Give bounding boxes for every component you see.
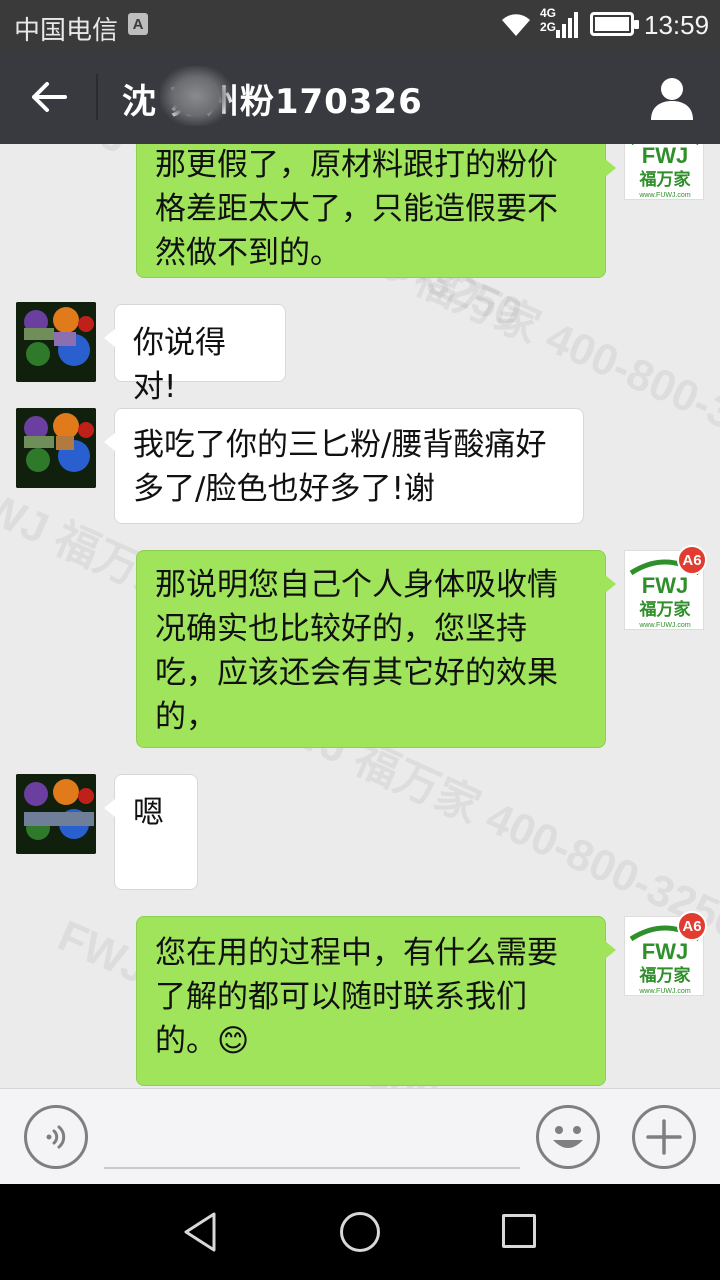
- sent-message-bubble[interactable]: 那更假了，原材料跟打的粉价 格差距太大了，只能造假要不 然做不到的。: [136, 144, 616, 278]
- emoji-icon: [553, 1126, 583, 1148]
- received-message-bubble[interactable]: 嗯: [104, 774, 198, 890]
- back-button[interactable]: [22, 72, 76, 122]
- arrow-left-icon: [32, 82, 67, 112]
- svg-text:www.FUWJ.com: www.FUWJ.com: [638, 192, 691, 199]
- svg-text:福万家: 福万家: [639, 965, 691, 986]
- svg-text:福万家: 福万家: [639, 599, 691, 620]
- plus-icon: [646, 1119, 682, 1155]
- svg-text:www.FUWJ.com: www.FUWJ.com: [638, 988, 691, 995]
- chat-info-button[interactable]: [648, 74, 696, 122]
- rose-flowers-icon: [16, 302, 96, 382]
- contact-avatar[interactable]: [16, 408, 96, 488]
- received-message-bubble[interactable]: 我吃了你的三匕粉/腰背酸痛好 多了/脸色也好多了!谢: [104, 408, 584, 524]
- sent-message-bubble[interactable]: 您在用的过程中，有什么需要 了解的都可以随时联系我们 的。😊: [136, 916, 616, 1086]
- my-avatar[interactable]: FWJ 福万家 www.FUWJ.com: [624, 144, 704, 200]
- received-message-bubble[interactable]: 你说得对!: [104, 304, 286, 405]
- my-avatar[interactable]: FWJ 福万家 www.FUWJ.com A6: [624, 911, 707, 996]
- chat-message-list[interactable]: FWJ 福万家 400-800-3250 FWJ 福万家 400-800-325…: [0, 144, 720, 1088]
- status-bar: 中国电信 A 4G 2G 13:59: [0, 0, 720, 50]
- system-nav-bar: [0, 1184, 720, 1280]
- unread-badge: A6: [677, 911, 707, 941]
- contact-avatar[interactable]: [16, 774, 96, 854]
- message-input[interactable]: [104, 1109, 520, 1169]
- wifi-icon: [502, 14, 530, 36]
- message-input-bar: [0, 1088, 720, 1184]
- circle-home-icon[interactable]: [340, 1212, 380, 1252]
- rose-flowers-icon: [16, 774, 96, 854]
- svg-text:FWJ: FWJ: [642, 939, 688, 964]
- signal-bars-icon: [556, 12, 578, 38]
- sent-message-bubble[interactable]: 那说明您自己个人身体吸收情 况确实也比较好的，您坚持 吃，应该还会有其它好的效果…: [136, 550, 616, 748]
- clock: 13:59: [644, 10, 710, 40]
- carrier-name: 中国电信: [14, 16, 119, 46]
- svg-text:www.FUWJ.com: www.FUWJ.com: [638, 622, 691, 629]
- svg-text:FWJ: FWJ: [642, 573, 688, 598]
- person-icon: [651, 78, 693, 120]
- header-divider: [96, 74, 98, 120]
- more-button[interactable]: [632, 1105, 696, 1169]
- sim-badge: A: [128, 13, 148, 35]
- svg-text:FWJ: FWJ: [642, 144, 688, 168]
- fwj-logo-icon: FWJ 福万家 www.FUWJ.com: [631, 144, 699, 199]
- battery-icon: [590, 12, 639, 36]
- emoji-button[interactable]: [536, 1105, 600, 1169]
- redacted-name-blur: [160, 66, 232, 126]
- voice-button[interactable]: [24, 1105, 88, 1169]
- contact-avatar[interactable]: [16, 302, 96, 382]
- network-type-icon: 4G 2G: [540, 6, 557, 34]
- square-recent-icon[interactable]: [502, 1214, 536, 1248]
- voice-icon: [46, 1125, 66, 1149]
- triangle-back-icon[interactable]: [180, 1210, 220, 1254]
- svg-text:福万家: 福万家: [639, 169, 691, 190]
- chat-header: 沈 苏州粉170326: [0, 50, 720, 144]
- unread-badge: A6: [677, 545, 707, 575]
- rose-flowers-icon: [16, 408, 96, 488]
- my-avatar[interactable]: FWJ 福万家 www.FUWJ.com A6: [624, 545, 707, 630]
